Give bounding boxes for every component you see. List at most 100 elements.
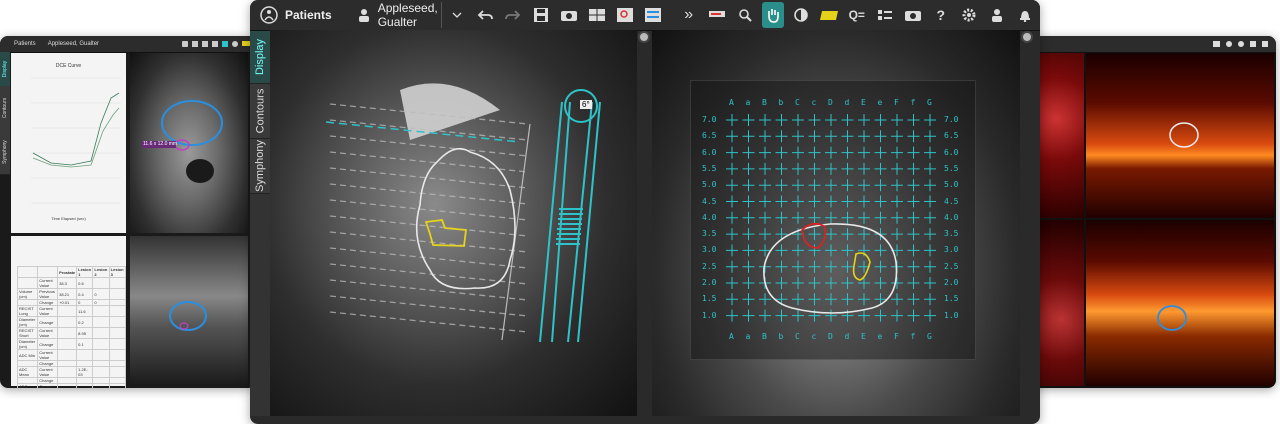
left-tab-display[interactable]: Display	[0, 52, 10, 87]
grid-cross	[726, 244, 738, 257]
grid-cross	[825, 211, 837, 224]
patients-button[interactable]: Patients	[285, 8, 332, 22]
grid-cross	[726, 211, 738, 224]
save-icon[interactable]	[192, 41, 198, 47]
grid-cross	[808, 114, 821, 126]
sliders-icon[interactable]	[642, 2, 664, 28]
magnify-icon[interactable]	[734, 2, 756, 28]
grid-cross	[874, 211, 887, 224]
camera-icon[interactable]	[558, 2, 580, 28]
grid-cross	[891, 162, 903, 175]
measure-label: 11.6 x 12.0 mm	[143, 141, 178, 147]
grid-cross	[907, 130, 920, 143]
grid-cross	[792, 211, 804, 224]
bell-icon[interactable]	[1014, 2, 1036, 28]
grid-cross	[907, 195, 920, 208]
sagittal-panel-settings-icon[interactable]	[638, 31, 650, 43]
prostate-contour	[161, 100, 223, 146]
grid-cross	[874, 293, 887, 306]
grid-cross	[726, 162, 738, 175]
zoom-region-icon[interactable]	[614, 2, 636, 28]
gear-icon[interactable]	[958, 2, 980, 28]
undo-icon[interactable]	[182, 41, 188, 47]
redo-icon[interactable]	[502, 2, 524, 28]
grid-cross	[891, 277, 903, 289]
grid-cross	[825, 260, 837, 273]
grid-cross	[907, 260, 920, 273]
grid-cross	[907, 211, 920, 224]
grid-cross	[858, 228, 870, 241]
camera-icon[interactable]	[202, 41, 208, 47]
eraser-icon[interactable]	[242, 41, 250, 46]
tab-symphony[interactable]: Symphony	[250, 139, 270, 194]
save-icon[interactable]	[530, 2, 552, 28]
pan-hand-icon[interactable]	[761, 2, 784, 28]
layout-icon[interactable]	[586, 2, 608, 28]
table-row: RECIST Long Current Value 11.6	[16, 305, 127, 317]
table-cell	[92, 383, 110, 388]
grid-cross	[891, 130, 903, 143]
bell-icon[interactable]	[1262, 41, 1268, 47]
grid-cross	[759, 146, 771, 159]
ruler-icon[interactable]	[706, 2, 728, 28]
table-cell	[57, 349, 78, 361]
layout-icon[interactable]	[212, 41, 218, 47]
table-row: RECIST Short Current Value 8.95	[16, 327, 127, 339]
patient-name[interactable]: Appleseed, Gualter	[378, 1, 438, 29]
grid-cross	[742, 130, 755, 143]
grid-label: 6.5	[702, 131, 717, 141]
tab-contours[interactable]: Contours	[250, 84, 270, 139]
query-icon[interactable]: Q=	[846, 2, 868, 28]
grid-cross	[907, 293, 920, 306]
grid-cross	[825, 130, 837, 143]
snapshot-icon[interactable]	[1213, 41, 1220, 47]
chevron-down-icon[interactable]	[440, 2, 468, 28]
plane-guide-line	[329, 199, 529, 221]
grid-cross	[759, 130, 771, 143]
table-cell: RECIST Long	[16, 305, 39, 317]
more-icon[interactable]: »	[678, 2, 700, 28]
contrast-icon[interactable]	[232, 41, 238, 47]
left-patients-tab[interactable]: Patients	[14, 41, 36, 47]
heatmap-image-2	[1086, 53, 1274, 218]
grid-cross	[907, 146, 920, 159]
user-icon[interactable]	[1250, 41, 1256, 47]
help-icon[interactable]	[1226, 41, 1232, 47]
gear-icon[interactable]	[1238, 41, 1244, 47]
user-icon[interactable]	[986, 2, 1008, 28]
axial-grid-panel[interactable]: Aa Bb Cc Dd Ee Ff G Aa Bb Cc Dd Ee Ff G 7.0 6.5 6.0 5.5…	[652, 30, 1020, 416]
table-header-cell: Lesion 3	[108, 266, 127, 278]
contrast-icon[interactable]	[790, 2, 812, 28]
plane-guide-line	[329, 135, 529, 157]
left-patient-name[interactable]: Appleseed, Gualter	[48, 41, 99, 47]
grid-label: 4.5	[702, 196, 717, 206]
grid-cross	[924, 179, 936, 192]
grid-cross	[841, 211, 854, 224]
grid-cross	[759, 179, 771, 192]
undo-icon[interactable]	[474, 2, 496, 28]
grid-label: 6.5	[944, 131, 959, 141]
help-icon[interactable]: ?	[930, 2, 952, 28]
main-viewer-window: Patients Appleseed, Gualter » Q= ? Displ…	[250, 0, 1040, 424]
grid-row-labels-right: 7.0 6.5 6.0 5.5 5.0 4.5 4.0 3.5 3.0 2.5 2.0 1.5 1.0	[936, 30, 976, 416]
grid-label: a	[745, 98, 751, 107]
layers-icon[interactable]	[874, 2, 896, 28]
table-cell	[57, 316, 78, 328]
left-tab-symphony[interactable]: Symphony	[0, 130, 10, 175]
grid-cross	[924, 146, 936, 159]
left-tab-contours[interactable]: Contours	[0, 86, 10, 131]
grid-label: 1.5	[702, 294, 717, 304]
heatmap-image-3	[1038, 220, 1084, 386]
dce-curve-panel: DCE Curve Time Elapsed (sec)	[11, 53, 126, 233]
table-row: Volume (cm) Previous Value 38.21 0.4 0	[16, 288, 127, 300]
grid-cross	[808, 260, 821, 273]
pan-hand-icon[interactable]	[222, 41, 228, 47]
sagittal-image-panel[interactable]: 6°	[270, 30, 637, 416]
eraser-icon[interactable]	[818, 2, 840, 28]
grid-cross	[775, 130, 788, 143]
snapshot-icon[interactable]	[902, 2, 924, 28]
table-cell	[92, 366, 110, 378]
tab-display[interactable]: Display	[250, 31, 270, 84]
axial-panel-settings-icon[interactable]	[1021, 31, 1033, 43]
grid-cross	[874, 146, 887, 159]
